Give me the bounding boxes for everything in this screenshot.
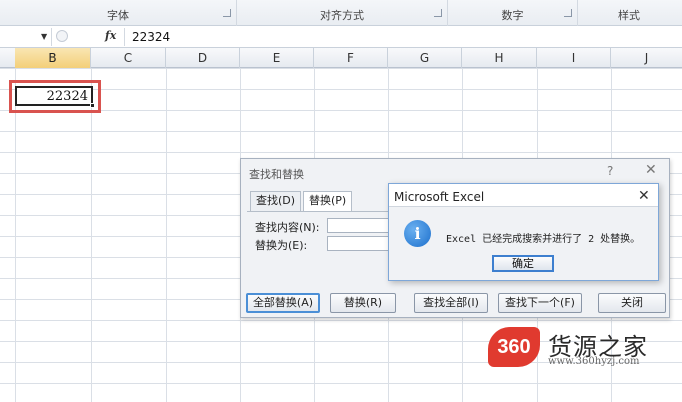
message-box-title: Microsoft Excel bbox=[394, 190, 485, 204]
active-cell-value: 22324 bbox=[46, 89, 88, 104]
find-all-button[interactable]: 查找全部(I) bbox=[414, 293, 488, 313]
help-icon[interactable]: ? bbox=[607, 164, 613, 178]
watermark-logo: 360 bbox=[488, 327, 540, 367]
find-what-input[interactable] bbox=[327, 218, 389, 233]
column-header-d[interactable]: D bbox=[166, 48, 240, 68]
column-header-i[interactable]: I bbox=[537, 48, 611, 68]
formula-bar-toggle-icon[interactable] bbox=[56, 30, 68, 42]
insert-function-icon[interactable]: fx bbox=[105, 29, 116, 42]
column-header-b[interactable]: B bbox=[15, 48, 91, 68]
ribbon-group-font: 字体 bbox=[0, 0, 237, 26]
chevron-down-icon[interactable]: ▼ bbox=[41, 32, 47, 41]
dialog-launcher-icon[interactable] bbox=[564, 9, 572, 17]
ribbon-group-styles: 样式 bbox=[578, 0, 682, 26]
replace-with-label: 替换为(E): bbox=[255, 239, 308, 252]
replace-all-button[interactable]: 全部替换(A) bbox=[246, 293, 320, 313]
grid-line bbox=[91, 68, 92, 402]
replace-button[interactable]: 替换(R) bbox=[330, 293, 396, 313]
formula-bar-divider bbox=[124, 28, 125, 46]
ribbon-group-font-label: 字体 bbox=[107, 9, 129, 22]
ribbon-group-styles-label: 样式 bbox=[618, 9, 640, 22]
dialog-title: 查找和替换 bbox=[249, 168, 304, 181]
column-header-g[interactable]: G bbox=[388, 48, 462, 68]
close-icon[interactable]: ✕ bbox=[645, 162, 657, 178]
column-header-f[interactable]: F bbox=[314, 48, 388, 68]
grid-line bbox=[166, 68, 167, 402]
ribbon-group-alignment-label: 对齐方式 bbox=[320, 9, 364, 22]
fill-handle[interactable] bbox=[90, 103, 95, 108]
name-box[interactable]: ▼ bbox=[0, 28, 52, 46]
close-button[interactable]: 关闭 bbox=[598, 293, 666, 313]
column-header-c[interactable]: C bbox=[91, 48, 166, 68]
tab-find[interactable]: 查找(D) bbox=[250, 191, 302, 211]
column-headers: B C D E F G H I J bbox=[0, 48, 682, 68]
grid-line bbox=[15, 68, 16, 402]
ribbon-group-number-label: 数字 bbox=[501, 9, 524, 22]
formula-bar: ▼ fx 22324 bbox=[0, 26, 682, 48]
ribbon: 字体 对齐方式 数字 样式 bbox=[0, 0, 682, 26]
column-header-e[interactable]: E bbox=[240, 48, 314, 68]
dialog-launcher-icon[interactable] bbox=[223, 9, 231, 17]
active-cell[interactable]: 22324 bbox=[15, 86, 95, 108]
tab-replace[interactable]: 替换(P) bbox=[303, 191, 353, 212]
replace-with-input[interactable] bbox=[327, 236, 389, 251]
find-what-label: 查找内容(N): bbox=[255, 221, 320, 234]
close-icon[interactable]: ✕ bbox=[638, 188, 650, 204]
message-text: Excel 已经完成搜索并进行了 2 处替换。 bbox=[446, 234, 641, 245]
info-icon: i bbox=[404, 220, 431, 247]
ok-button[interactable]: 确定 bbox=[492, 255, 554, 272]
column-header-j[interactable]: J bbox=[611, 48, 682, 68]
formula-input[interactable]: 22324 bbox=[132, 30, 170, 44]
dialog-launcher-icon[interactable] bbox=[434, 9, 442, 17]
find-next-button[interactable]: 查找下一个(F) bbox=[498, 293, 582, 313]
ribbon-group-alignment: 对齐方式 bbox=[237, 0, 448, 26]
watermark-url: www.360hyzj.com bbox=[548, 356, 640, 367]
watermark: 360 货源之家 www.360hyzj.com bbox=[488, 325, 682, 373]
column-header-h[interactable]: H bbox=[462, 48, 537, 68]
ribbon-group-number: 数字 bbox=[448, 0, 578, 26]
